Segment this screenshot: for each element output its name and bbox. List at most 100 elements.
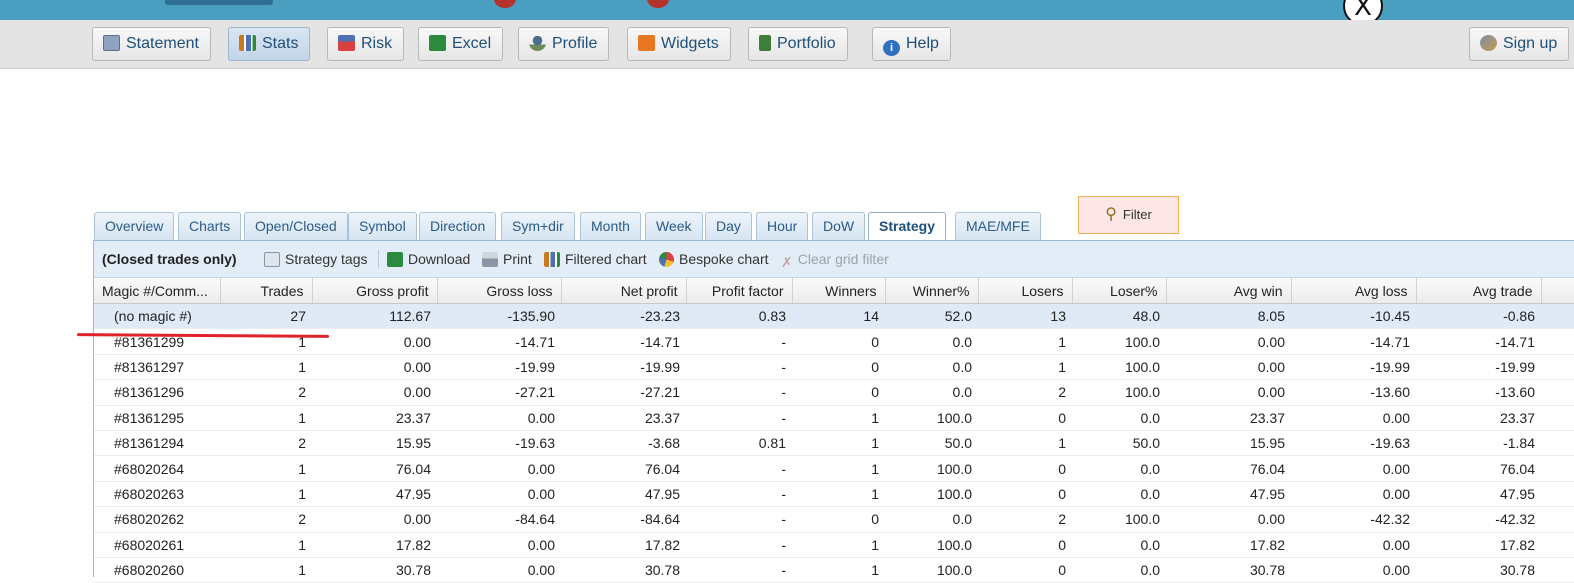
table-cell: 76.04 — [312, 455, 437, 482]
table-cell: 47.95 — [312, 481, 437, 508]
nav-profile-button[interactable]: Profile — [518, 27, 610, 61]
table-cell: 0.0 — [1072, 532, 1166, 558]
table-cell-overflow — [1541, 430, 1574, 457]
table-row[interactable]: #68020260 1 30.78 0.00 30.78-1 100.0 0 0.0 30.78… — [94, 557, 1574, 583]
nav-widgets-button[interactable]: Widgets — [627, 27, 731, 61]
tab-month[interactable]: Month — [580, 212, 641, 240]
column-header-net-profit[interactable]: Net profit — [561, 278, 687, 304]
table-cell: 15.95 — [1166, 430, 1291, 457]
column-header-avg-trade[interactable]: Avg trade — [1416, 278, 1542, 304]
table-cell: 0.81 — [686, 430, 792, 457]
sign-up-button[interactable]: Sign up — [1469, 27, 1570, 61]
nav-stats-button[interactable]: Stats — [228, 27, 311, 61]
tab-hour[interactable]: Hour — [756, 212, 809, 240]
nav-excel-button[interactable]: Excel — [418, 27, 504, 61]
table-cell: 0.0 — [1072, 481, 1166, 508]
table-cell: 0.83 — [686, 303, 792, 330]
table-cell: 2 — [220, 379, 312, 406]
toolbar-divider — [378, 250, 379, 268]
tab-week[interactable]: Week — [645, 212, 703, 240]
strategy-grid-panel: (Closed trades only) Strategy tags Downl… — [93, 240, 1574, 583]
table-cell-overflow — [1541, 379, 1574, 406]
column-header-magic[interactable]: Magic #/Comm... — [94, 278, 221, 304]
tab-symbol[interactable]: Symbol — [348, 212, 417, 240]
table-cell: 0.0 — [1072, 405, 1166, 431]
filtered-chart-button[interactable]: Filtered chart — [544, 241, 647, 277]
table-cell: 0.00 — [312, 354, 437, 381]
nav-label: Risk — [361, 35, 393, 52]
clear-grid-filter-button[interactable]: ✗ Clear grid filter — [781, 241, 889, 277]
gear-icon — [494, 0, 516, 8]
bespoke-chart-button[interactable]: Bespoke chart — [659, 241, 769, 277]
download-button[interactable]: Download — [387, 241, 470, 277]
table-cell: -19.99 — [1291, 354, 1416, 381]
tab-dow[interactable]: DoW — [812, 212, 866, 240]
tab-strategy[interactable]: Strategy — [868, 212, 947, 241]
summary-row[interactable]: (no magic #) 27 112.67 -135.90 -23.23 0.83 14 5… — [94, 303, 1574, 330]
print-button[interactable]: Print — [482, 241, 532, 277]
table-cell: #81361294 — [94, 430, 220, 457]
tab-open-closed[interactable]: Open/Closed — [244, 212, 348, 240]
table-cell: 1 — [792, 455, 885, 482]
table-cell: 76.04 — [1416, 455, 1541, 482]
column-header-gross-profit[interactable]: Gross profit — [312, 278, 438, 304]
table-row[interactable]: #68020261 1 17.82 0.00 17.82-1 100.0 0 0.0 17.82… — [94, 532, 1574, 558]
strategy-tags-button[interactable]: Strategy tags — [264, 241, 368, 277]
table-cell: (no magic #) — [94, 303, 220, 330]
tab-overview[interactable]: Overview — [94, 212, 175, 240]
header-tab-stub[interactable] — [165, 0, 273, 5]
table-row[interactable]: #81361299 1 0.00 -14.71 -14.71-0 0.0 1 100.0 0.0… — [94, 328, 1574, 355]
column-header-gross-loss[interactable]: Gross loss — [437, 278, 562, 304]
clear-filter-label: Clear grid filter — [797, 251, 889, 267]
column-header-loser-pct[interactable]: Loser% — [1072, 278, 1167, 304]
table-cell: 0.00 — [312, 379, 437, 406]
tab-direction[interactable]: Direction — [419, 212, 497, 240]
table-cell: 1 — [220, 481, 312, 508]
table-cell: 30.78 — [312, 557, 437, 583]
nav-portfolio-button[interactable]: Portfolio — [748, 27, 848, 61]
print-label: Print — [503, 251, 532, 267]
nav-statement-button[interactable]: Statement — [92, 27, 211, 61]
table-cell: -84.64 — [437, 506, 561, 533]
column-header-losers[interactable]: Losers — [978, 278, 1073, 304]
table-cell: 0.00 — [437, 532, 561, 558]
table-row[interactable]: #81361295 1 23.37 0.00 23.37-1 100.0 0 0.0 23.37… — [94, 405, 1574, 431]
table-cell: -27.21 — [437, 379, 561, 406]
tab-mae-mfe[interactable]: MAE/MFE — [955, 212, 1041, 240]
tab-charts[interactable]: Charts — [178, 212, 242, 240]
column-header-avg-win[interactable]: Avg win — [1166, 278, 1292, 304]
table-cell: - — [686, 455, 792, 482]
tab-day[interactable]: Day — [705, 212, 752, 240]
table-cell: -0.86 — [1416, 303, 1541, 330]
column-header-avg-loss[interactable]: Avg loss — [1291, 278, 1417, 304]
filtered-chart-label: Filtered chart — [565, 251, 647, 267]
strategy-table: Magic #/Comm... Trades Gross profit Gros… — [94, 278, 1574, 583]
table-row[interactable]: #81361296 2 0.00 -27.21 -27.21-0 0.0 2 100.0 0.0… — [94, 379, 1574, 406]
table-cell: 0.0 — [885, 328, 978, 355]
table-row[interactable]: #81361294 2 15.95 -19.63 -3.68 0.81 1 50.0 1 50.0… — [94, 430, 1574, 457]
nav-risk-button[interactable]: Risk — [327, 27, 405, 61]
table-cell: 0.00 — [1291, 455, 1416, 482]
table-cell: - — [686, 557, 792, 583]
table-cell: - — [686, 506, 792, 533]
table-cell: #68020263 — [94, 481, 220, 508]
filter-button[interactable]: ⚲ Filter — [1078, 196, 1179, 234]
nav-help-button[interactable]: i Help — [872, 27, 951, 61]
column-header-profit-factor[interactable]: Profit factor — [686, 278, 793, 304]
table-row[interactable]: #68020264 1 76.04 0.00 76.04-1 100.0 0 0.0 76.04… — [94, 455, 1574, 482]
table-row[interactable]: #68020263 1 47.95 0.00 47.95-1 100.0 0 0.0 47.95… — [94, 481, 1574, 508]
column-header-trades[interactable]: Trades — [220, 278, 313, 304]
table-cell: 100.0 — [885, 405, 978, 431]
column-header-winners[interactable]: Winners — [792, 278, 886, 304]
table-cell: 15.95 — [312, 430, 437, 457]
table-cell: 1 — [792, 532, 885, 558]
table-cell: #68020261 — [94, 532, 220, 558]
table-row[interactable]: #81361297 1 0.00 -19.99 -19.99-0 0.0 1 100.0 0.0… — [94, 354, 1574, 381]
tab-sym-dir[interactable]: Sym+dir — [501, 212, 575, 240]
table-row[interactable]: #68020262 2 0.00 -84.64 -84.64-0 0.0 2 100.0 0.0… — [94, 506, 1574, 533]
table-cell: 100.0 — [885, 532, 978, 558]
table-cell: 100.0 — [885, 481, 978, 508]
column-header-winner-pct[interactable]: Winner% — [885, 278, 979, 304]
bar-chart-icon — [544, 252, 560, 267]
gear-icon — [647, 0, 669, 8]
